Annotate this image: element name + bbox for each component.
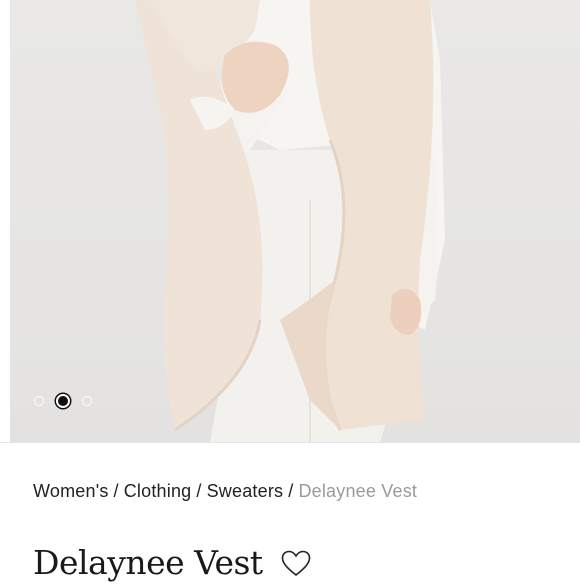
breadcrumb-separator: / xyxy=(113,481,119,501)
breadcrumb-separator: / xyxy=(196,481,202,501)
product-photo xyxy=(135,0,445,442)
breadcrumb-link-clothing[interactable]: Clothing xyxy=(124,481,192,501)
divider xyxy=(0,442,580,443)
breadcrumb-current: Delaynee Vest xyxy=(298,481,418,501)
product-title: Delaynee Vest xyxy=(33,543,263,582)
page-left-edge xyxy=(0,0,10,442)
carousel-dot-2-active[interactable] xyxy=(56,394,70,408)
carousel-dot-3[interactable] xyxy=(82,396,92,406)
breadcrumb-link-womens[interactable]: Women's xyxy=(33,481,109,501)
carousel-indicator xyxy=(34,394,92,408)
breadcrumb: Women's / Clothing / Sweaters / Delaynee Vest xyxy=(33,481,417,502)
heart-outline-icon[interactable] xyxy=(281,550,311,582)
product-title-row: Delaynee Vest xyxy=(33,540,311,586)
carousel-dot-1[interactable] xyxy=(34,396,44,406)
breadcrumb-link-sweaters[interactable]: Sweaters xyxy=(207,481,284,501)
breadcrumb-separator: / xyxy=(288,481,294,501)
product-image[interactable] xyxy=(10,0,580,442)
